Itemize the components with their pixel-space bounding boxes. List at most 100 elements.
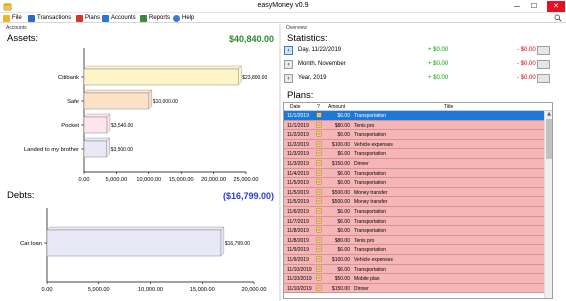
plan-amount: $50.00 bbox=[334, 276, 350, 283]
table-row[interactable]: 11/9/2019 $6.00 Transportation bbox=[284, 245, 544, 255]
table-row[interactable]: 11/2/2019 $6.00 Transportation bbox=[284, 130, 544, 140]
stat-month-bar bbox=[537, 60, 550, 69]
stat-day-expense: - $0.00 bbox=[517, 47, 536, 53]
plan-status-icon bbox=[316, 179, 322, 185]
menu-file[interactable]: File bbox=[3, 14, 22, 22]
table-row[interactable]: 11/3/2019 $6.00 Transportation bbox=[284, 149, 544, 159]
column-amount[interactable]: Amount bbox=[328, 104, 345, 110]
plan-title: Transportation bbox=[354, 170, 387, 177]
table-row[interactable]: 11/10/2019 $6.00 Transportation bbox=[284, 264, 544, 275]
menu-file-label: File bbox=[12, 15, 22, 21]
maximize-button[interactable]: ☐ bbox=[527, 1, 541, 12]
prev-day-button[interactable]: ‹ bbox=[284, 46, 293, 55]
category-label: Safe bbox=[67, 99, 79, 105]
plans-grid[interactable]: Date ? Amount Title 11/1/2019 $6.00 Transp… bbox=[283, 102, 553, 299]
close-button[interactable]: ✕ bbox=[547, 1, 565, 12]
plan-status-icon bbox=[316, 150, 322, 156]
plan-status-icon bbox=[316, 160, 322, 166]
stat-day-bar bbox=[537, 46, 550, 55]
table-row[interactable]: 11/5/2019 $500.00 Money transfer bbox=[284, 197, 544, 207]
table-row[interactable]: 11/4/2019 $6.00 Transportation bbox=[284, 168, 544, 179]
plan-title: Transportation bbox=[354, 151, 387, 158]
table-row[interactable]: 11/3/2019 $150.00 Dinner bbox=[284, 158, 544, 169]
plan-amount: $500.00 bbox=[331, 199, 350, 206]
stat-row-day: ‹ Day, 11/22/2019 + $0.00 - $0.00 bbox=[284, 46, 552, 55]
menu-transactions[interactable]: Transactions bbox=[28, 14, 71, 22]
plan-amount: $6.00 bbox=[337, 170, 350, 177]
plan-title: Money transfer bbox=[354, 199, 388, 206]
search-icon[interactable] bbox=[554, 14, 562, 22]
menu-plans[interactable]: Plans bbox=[76, 14, 100, 22]
assets-total: $40,840.00 bbox=[228, 34, 274, 44]
column-status[interactable]: ? bbox=[317, 104, 320, 110]
category-label: Pocket bbox=[61, 123, 79, 129]
table-row[interactable]: 11/1/2019 $6.00 Transportation bbox=[284, 111, 544, 121]
table-row[interactable]: 11/5/2019 $6.00 Transportation bbox=[284, 178, 544, 188]
panel-splitter[interactable] bbox=[279, 24, 281, 301]
plan-amount: $150.00 bbox=[331, 285, 350, 292]
menu-help-label: Help bbox=[182, 15, 195, 21]
plan-amount: $80.00 bbox=[334, 122, 350, 129]
menu-help[interactable]: Help bbox=[173, 14, 194, 22]
table-row[interactable]: 11/7/2019 $6.00 Transportation bbox=[284, 216, 544, 227]
scroll-up-icon[interactable]: ▲ bbox=[545, 111, 552, 118]
plan-date: 11/10/2019 bbox=[287, 285, 312, 292]
table-row[interactable]: 11/10/2019 $150.00 Dinner bbox=[284, 283, 544, 294]
column-title[interactable]: Title bbox=[444, 104, 453, 110]
table-row[interactable]: 11/1/2019 $80.00 Tenis pro bbox=[284, 120, 544, 131]
menu-accounts[interactable]: Accounts bbox=[102, 14, 136, 22]
menu-bar: File Transactions Plans Accounts Reports… bbox=[0, 13, 566, 23]
plan-title: Transportation bbox=[354, 180, 387, 187]
table-row[interactable]: 11/5/2019 $500.00 Money transfer bbox=[284, 187, 544, 198]
prev-year-button[interactable]: ‹ bbox=[284, 74, 293, 83]
menu-accounts-label: Accounts bbox=[111, 15, 136, 21]
stat-day-label: Day, 11/22/2019 bbox=[298, 47, 342, 53]
plan-status-icon bbox=[316, 112, 322, 118]
plan-date: 11/8/2019 bbox=[287, 228, 309, 235]
plan-title: Transportation bbox=[354, 228, 387, 235]
assets-chart: 0.00 5,000.00 10,000.00 15,000.00 20,000.00 2… bbox=[24, 48, 267, 183]
bar bbox=[83, 92, 150, 110]
plan-date: 11/1/2019 bbox=[287, 113, 309, 119]
stat-year-income: + $0.00 bbox=[428, 75, 449, 81]
plan-amount: $6.00 bbox=[337, 132, 350, 139]
plan-status-icon bbox=[316, 237, 322, 243]
plan-status-icon bbox=[316, 266, 322, 271]
plan-date: 11/2/2019 bbox=[287, 141, 309, 148]
bar bbox=[83, 68, 239, 86]
help-icon bbox=[173, 14, 180, 22]
plan-date: 11/5/2019 bbox=[287, 199, 309, 206]
plan-status-icon bbox=[316, 275, 322, 281]
stat-day-income: + $0.00 bbox=[428, 47, 449, 53]
column-date[interactable]: Date bbox=[290, 104, 301, 110]
table-row[interactable]: 11/8/2019 $80.00 Tenis pro bbox=[284, 235, 544, 246]
plans-scrollbar[interactable]: ▲ bbox=[544, 111, 552, 298]
plan-status-icon bbox=[316, 218, 322, 224]
bar-side bbox=[106, 137, 110, 158]
table-row[interactable]: 11/10/2019 $50.00 Mobile plan bbox=[284, 274, 544, 284]
plans-grid-body: 11/1/2019 $6.00 Transportation 11/1/2019 $80… bbox=[284, 111, 544, 294]
plan-status-icon bbox=[316, 122, 322, 128]
bar-top bbox=[83, 113, 111, 118]
x-tick-label: 5,000.00 bbox=[88, 287, 110, 293]
minimize-button[interactable]: — bbox=[510, 1, 524, 12]
title-bar: easyMoney v0.9 — ☐ ✕ bbox=[0, 0, 566, 13]
prev-month-button[interactable]: ‹ bbox=[284, 60, 293, 69]
x-tick-label: 25,000.00 bbox=[234, 177, 259, 183]
plan-title: Tenis pro bbox=[354, 237, 375, 244]
table-row[interactable]: 11/9/2019 $100.00 Vehicle expenses bbox=[284, 254, 544, 265]
stat-year-label: Year, 2019 bbox=[298, 75, 327, 81]
scroll-thumb[interactable] bbox=[546, 119, 552, 159]
plan-amount: $100.00 bbox=[331, 141, 350, 148]
reports-icon bbox=[140, 14, 147, 22]
table-row[interactable]: 11/8/2019 $6.00 Transportation bbox=[284, 226, 544, 236]
accounts-panel-label: Accounts bbox=[6, 25, 27, 31]
table-row[interactable]: 11/2/2019 $100.00 Vehicle expenses bbox=[284, 139, 544, 150]
bar-side bbox=[220, 226, 225, 257]
plan-amount: $100.00 bbox=[331, 256, 350, 263]
category-label: Citibank bbox=[58, 75, 79, 81]
bar-value-label: $16,799.00 bbox=[225, 241, 250, 247]
menu-reports[interactable]: Reports bbox=[140, 14, 170, 22]
window-title: easyMoney v0.9 bbox=[257, 2, 309, 9]
table-row[interactable]: 11/6/2019 $6.00 Transportation bbox=[284, 206, 544, 217]
